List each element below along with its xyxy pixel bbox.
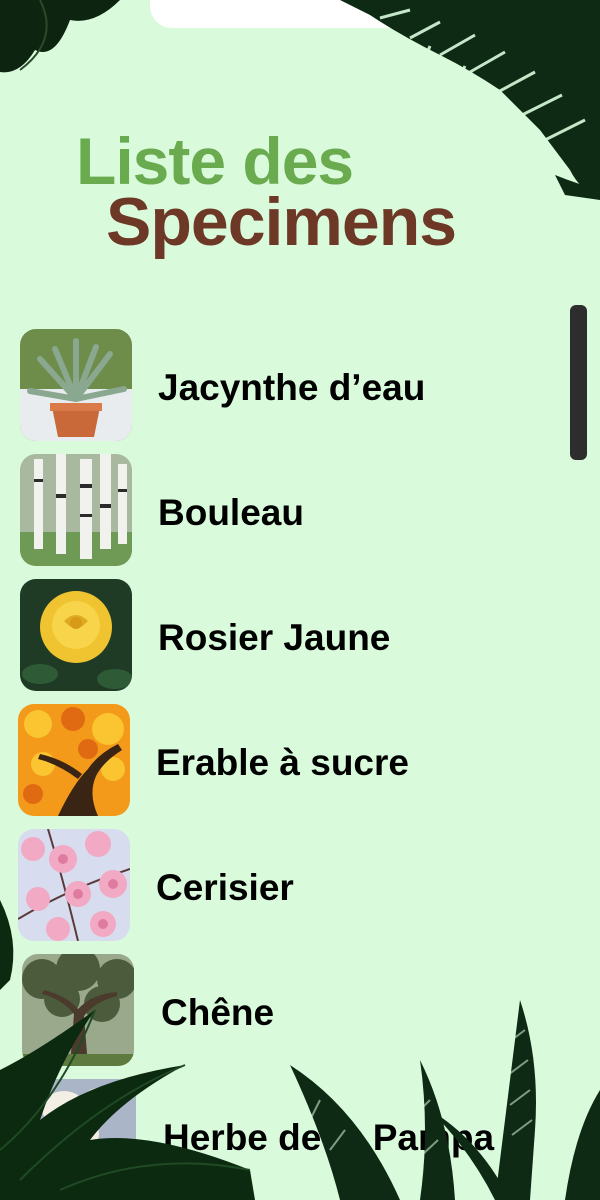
specimen-name: Cerisier	[156, 867, 294, 908]
agave-potted-plant-photo-icon	[20, 329, 132, 441]
autumn-maple-photo-icon	[18, 704, 130, 816]
specimen-name: Chêne	[161, 992, 275, 1033]
leaf-decoration-top-left-icon	[0, 0, 120, 73]
specimen-name: Rosier Jaune	[158, 617, 391, 658]
specimen-name: Erable à sucre	[156, 742, 409, 783]
birch-trees-photo-icon	[20, 454, 132, 566]
list-item-specimen[interactable]: Herbe de la Pampa	[0, 1079, 560, 1193]
list-item-specimen[interactable]: Erable à sucre	[0, 704, 560, 818]
list-item-specimen[interactable]: Rosier Jaune	[0, 579, 560, 693]
page-title-line2: Specimens	[106, 184, 457, 260]
pampas-grass-photo-icon	[24, 1079, 136, 1191]
cherry-blossom-photo-icon	[18, 829, 130, 941]
oak-tree-photo-icon	[22, 954, 134, 1066]
list-scrollbar[interactable]	[570, 305, 587, 460]
list-item-specimen[interactable]: Cerisier	[0, 829, 560, 943]
list-item-specimen[interactable]: Chêne	[0, 954, 560, 1068]
specimen-list[interactable]: Jacynthe d’eau Bouleau Rosier Jaune Erab…	[0, 320, 560, 1200]
yellow-rose-photo-icon	[20, 579, 132, 691]
device-notch	[150, 0, 450, 28]
specimen-name: Bouleau	[158, 492, 304, 533]
specimen-name: Jacynthe d’eau	[158, 367, 426, 408]
list-item-specimen[interactable]: Bouleau	[0, 454, 560, 568]
fern-decoration-top-right-icon	[340, 0, 600, 200]
list-item-specimen[interactable]: Jacynthe d’eau	[0, 329, 560, 443]
specimen-name: Herbe de la Pampa	[163, 1117, 495, 1158]
